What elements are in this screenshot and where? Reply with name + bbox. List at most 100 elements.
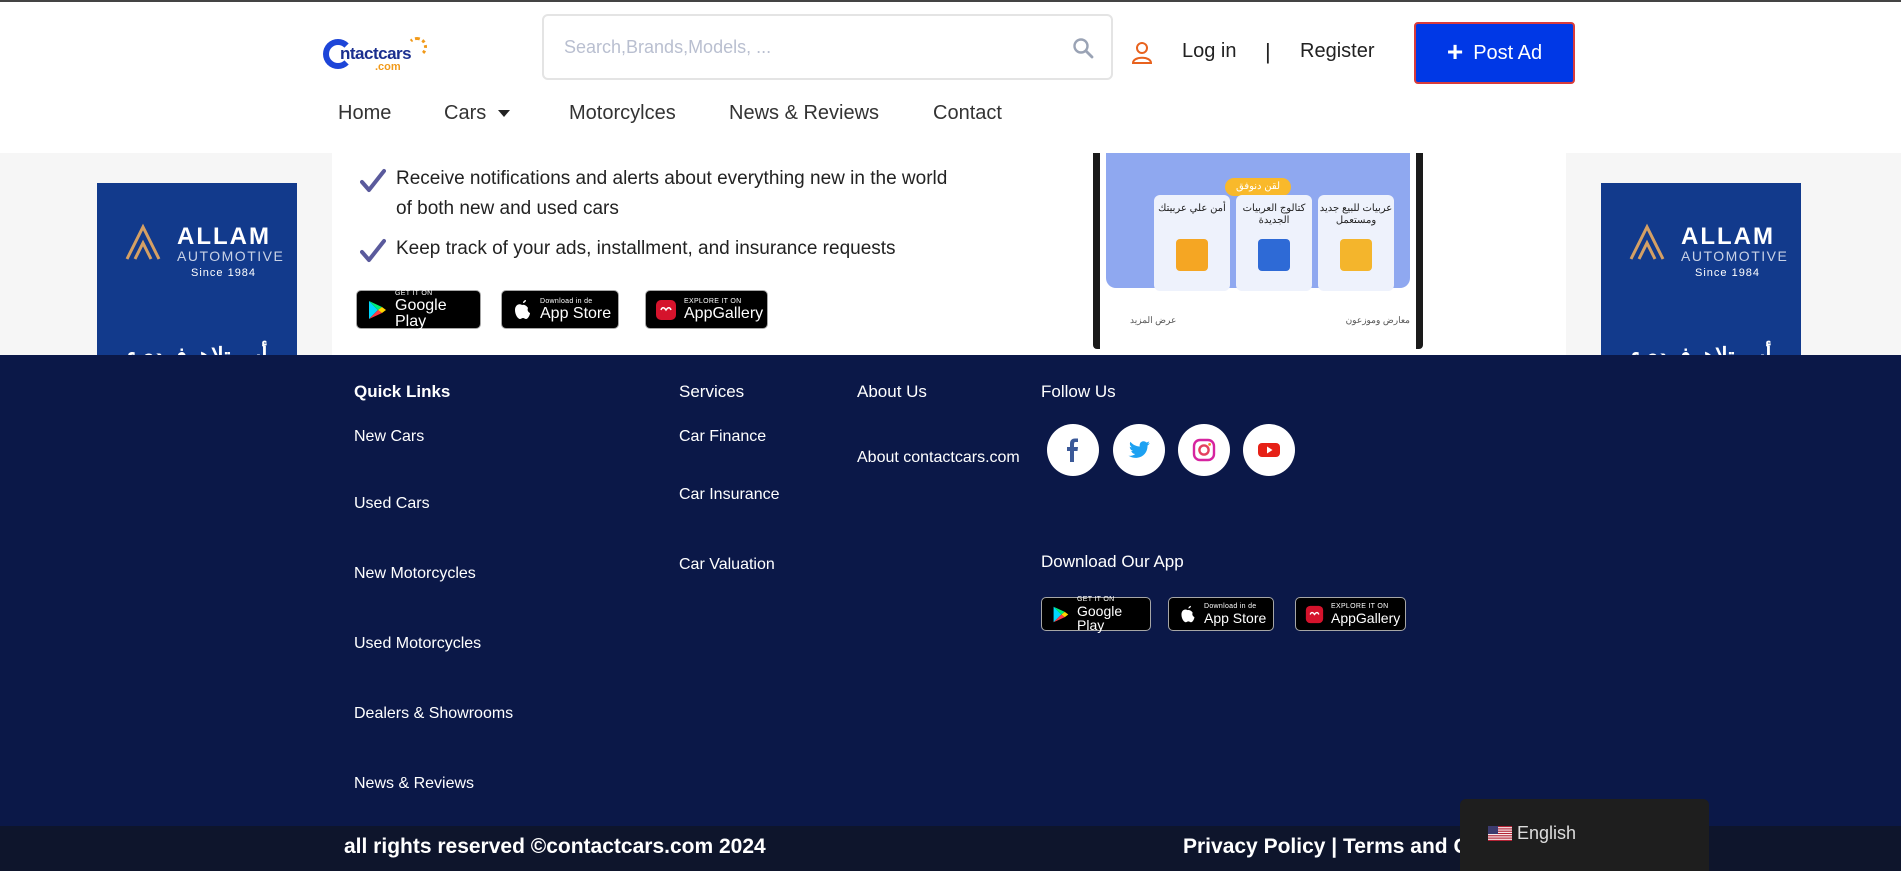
phone-tile-label: كتالوج العربيات الجديدة bbox=[1242, 203, 1306, 226]
huawei-icon bbox=[1305, 605, 1324, 623]
contactcars-logo[interactable]: ntactcars .com bbox=[323, 35, 427, 75]
feature-text: Keep track of your ads, installment, and… bbox=[396, 238, 896, 259]
shield-icon bbox=[1176, 239, 1208, 271]
car-catalog-icon bbox=[1258, 239, 1290, 271]
ad-banner-left[interactable]: ALLAM AUTOMOTIVE Since 1984 أسـ تلاهـ فـ… bbox=[97, 183, 297, 355]
header-separator: | bbox=[1265, 39, 1271, 64]
badge-large-text: Google Play bbox=[1077, 603, 1123, 633]
ad-since: Since 1984 bbox=[191, 267, 257, 279]
appgallery-badge[interactable]: EXPLORE IT ON AppGallery bbox=[645, 290, 768, 329]
quick-links-title: Quick Links bbox=[354, 382, 451, 401]
nav-news-reviews[interactable]: News & Reviews bbox=[729, 102, 879, 125]
footer-link-news-reviews[interactable]: News & Reviews bbox=[354, 775, 474, 793]
badge-large-text: AppGallery bbox=[684, 304, 764, 322]
badge-large-text: App Store bbox=[1204, 610, 1267, 626]
terms-link[interactable]: Terms and C bbox=[1343, 835, 1469, 858]
badge-large-text: AppGallery bbox=[1331, 610, 1401, 626]
site-footer bbox=[0, 355, 1901, 826]
about-title: About Us bbox=[857, 382, 927, 401]
badge-small-text: GET IT ON bbox=[1077, 596, 1115, 603]
feature-text: Receive notifications and alerts about e… bbox=[396, 168, 948, 219]
phone-footer-left: عرض المزيد bbox=[1130, 315, 1177, 325]
us-flag-icon bbox=[1488, 826, 1512, 841]
ad-sub: AUTOMOTIVE bbox=[1681, 248, 1789, 264]
footer-link-car-finance[interactable]: Car Finance bbox=[679, 428, 766, 446]
phone-tile-label: أمن علي عربيتك bbox=[1158, 203, 1226, 214]
youtube-icon bbox=[1258, 443, 1280, 457]
instagram-button[interactable] bbox=[1178, 424, 1230, 476]
footer-link-about[interactable]: About contactcars.com bbox=[857, 449, 1020, 467]
footer-link-used-motorcycles[interactable]: Used Motorcycles bbox=[354, 635, 481, 653]
badge-large-text: App Store bbox=[540, 304, 612, 322]
ad-since: Since 1984 bbox=[1695, 267, 1761, 279]
facebook-icon bbox=[1067, 438, 1078, 462]
phone-tile: عربيات للبيع جديد ومستعمل bbox=[1318, 195, 1394, 291]
footer-link-new-cars[interactable]: New Cars bbox=[354, 428, 424, 446]
car-sale-icon bbox=[1340, 239, 1372, 271]
google-play-icon bbox=[1053, 606, 1069, 622]
language-switcher[interactable]: English bbox=[1460, 799, 1709, 871]
footer-link-car-insurance[interactable]: Car Insurance bbox=[679, 486, 780, 504]
twitter-icon bbox=[1128, 441, 1150, 458]
facebook-button[interactable] bbox=[1047, 424, 1099, 476]
footer-link-new-motorcycles[interactable]: New Motorcycles bbox=[354, 565, 476, 583]
badge-small-text: Download in de bbox=[1204, 603, 1257, 610]
search-input[interactable] bbox=[564, 30, 1034, 64]
google-play-badge[interactable]: GET IT ON Google Play bbox=[356, 290, 481, 329]
phone-tile: كتالوج العربيات الجديدة bbox=[1236, 195, 1312, 291]
apple-icon bbox=[1181, 605, 1195, 622]
footer-app-store-badge[interactable]: Download in de App Store bbox=[1168, 597, 1274, 631]
logo-domain: .com bbox=[375, 61, 401, 73]
services-title: Services bbox=[679, 382, 745, 401]
check-icon bbox=[360, 169, 386, 192]
instagram-icon bbox=[1192, 438, 1216, 462]
ad-brand: ALLAM bbox=[1681, 223, 1775, 250]
badge-large-text: Google Play bbox=[395, 296, 447, 330]
privacy-policy-link[interactable]: Privacy Policy bbox=[1183, 835, 1325, 858]
phone-mockup: لقن دنوفق عربيات للبيع جديد ومستعمل كتال… bbox=[1093, 153, 1423, 349]
google-play-icon bbox=[369, 300, 386, 319]
legal-links: Privacy Policy | Terms and C bbox=[1183, 835, 1469, 859]
check-icon bbox=[360, 239, 386, 262]
allam-logo-icon bbox=[1629, 223, 1665, 260]
language-label: English bbox=[1517, 823, 1577, 843]
legal-divider: | bbox=[1325, 835, 1343, 858]
register-link[interactable]: Register bbox=[1300, 40, 1374, 63]
ad-arabic-text: أسـ تلاهـ فـ دىء bbox=[1601, 343, 1801, 355]
download-app-title: Download Our App bbox=[1041, 552, 1184, 571]
logo-dots bbox=[407, 37, 427, 57]
footer-link-dealers[interactable]: Dealers & Showrooms bbox=[354, 705, 513, 723]
twitter-button[interactable] bbox=[1113, 424, 1165, 476]
nav-cars-label: Cars bbox=[444, 102, 487, 124]
badge-small-text: EXPLORE IT ON bbox=[1331, 603, 1389, 610]
chevron-down-icon bbox=[498, 110, 511, 118]
ad-brand: ALLAM bbox=[177, 223, 271, 250]
footer-google-play-badge[interactable]: GET IT ON Google Play bbox=[1041, 596, 1151, 633]
post-ad-button[interactable]: + Post Ad bbox=[1414, 22, 1575, 84]
apple-icon bbox=[515, 299, 530, 319]
badge-small-text: Download in de bbox=[540, 297, 593, 305]
search-box bbox=[542, 14, 1113, 80]
login-link[interactable]: Log in bbox=[1182, 40, 1237, 63]
nav-motorcycles[interactable]: Motorcylces bbox=[569, 102, 676, 125]
youtube-button[interactable] bbox=[1243, 424, 1295, 476]
user-icon[interactable] bbox=[1131, 41, 1153, 65]
phone-pill: لقن دنوفق bbox=[1225, 178, 1291, 196]
phone-tile: أمن علي عربيتك bbox=[1154, 195, 1230, 291]
huawei-icon bbox=[656, 299, 676, 320]
allam-logo-icon bbox=[125, 223, 161, 260]
post-ad-label: Post Ad bbox=[1473, 41, 1543, 64]
site-header: ntactcars .com Log in | Register + Post … bbox=[0, 2, 1901, 153]
ad-arabic-text: أسـ تلاهـ فـ دىء bbox=[97, 343, 297, 355]
nav-contact[interactable]: Contact bbox=[933, 102, 1002, 125]
plus-icon: + bbox=[1446, 35, 1464, 67]
app-store-badge[interactable]: Download in de App Store bbox=[501, 290, 619, 329]
footer-link-car-valuation[interactable]: Car Valuation bbox=[679, 556, 775, 574]
search-icon[interactable] bbox=[1071, 36, 1095, 60]
nav-home[interactable]: Home bbox=[338, 102, 391, 125]
badge-small-text: GET IT ON bbox=[395, 289, 433, 297]
footer-appgallery-badge[interactable]: EXPLORE IT ON AppGallery bbox=[1295, 597, 1406, 631]
ad-banner-right[interactable]: ALLAM AUTOMOTIVE Since 1984 أسـ تلاهـ فـ… bbox=[1601, 183, 1801, 355]
footer-link-used-cars[interactable]: Used Cars bbox=[354, 495, 430, 513]
nav-cars[interactable]: Cars bbox=[444, 102, 511, 125]
